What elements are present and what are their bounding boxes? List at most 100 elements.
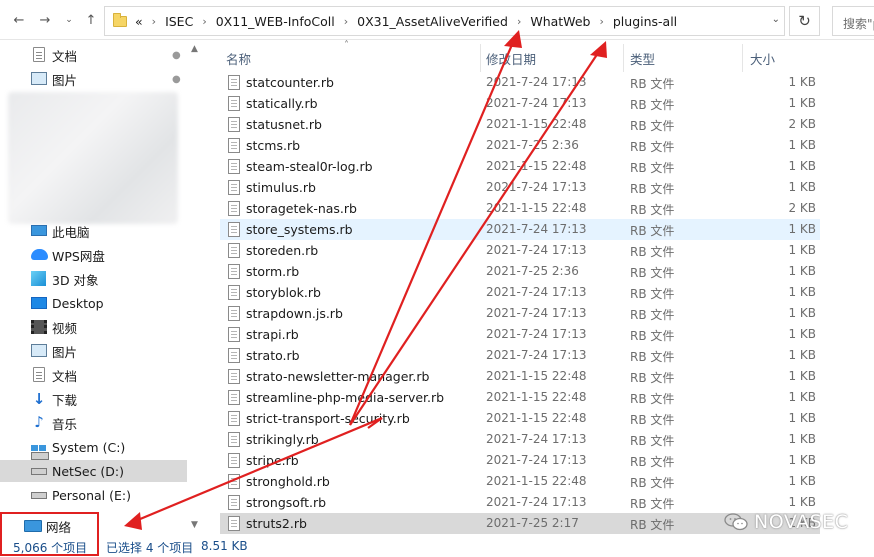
sidebar-item-this-pc[interactable]: 此电脑 (0, 220, 187, 242)
file-name: storm.rb (246, 264, 300, 279)
file-name: strict-transport-security.rb (246, 411, 410, 426)
breadcrumb-isec[interactable]: ISEC (165, 14, 193, 29)
breadcrumb-overflow[interactable]: « (135, 14, 143, 29)
file-row[interactable]: storyblok.rb 2021-7-24 17:13 RB 文件 1 KB (220, 282, 820, 303)
file-type: RB 文件 (630, 476, 675, 490)
chevron-right-icon[interactable]: › (599, 15, 603, 28)
recent-locations-chevron-icon[interactable]: ⌄ (60, 10, 78, 30)
sidebar-item-documents-pinned[interactable]: 文档 ● (0, 44, 187, 66)
file-row[interactable]: strikingly.rb 2021-7-24 17:13 RB 文件 1 KB (220, 429, 820, 450)
sidebar-item-network[interactable]: 网络 (0, 515, 187, 537)
file-row[interactable]: steam-steal0r-log.rb 2021-1-15 22:48 RB 文件… (220, 156, 820, 177)
file-row[interactable]: stcms.rb 2021-7-25 2:36 RB 文件 1 KB (220, 135, 820, 156)
file-row[interactable]: strapi.rb 2021-7-24 17:13 RB 文件 1 KB (220, 324, 820, 345)
file-name: struts2.rb (246, 516, 307, 531)
file-date: 2021-1-15 22:48 (486, 201, 587, 215)
selection-size: 8.51 KB (201, 539, 248, 553)
file-size: 1 KB (788, 138, 816, 152)
file-icon (228, 369, 240, 384)
address-bar[interactable]: « › ISEC › 0X11_WEB-InfoColl › 0X31_Asse… (104, 6, 785, 36)
picture-icon (31, 344, 47, 357)
file-row[interactable]: stronghold.rb 2021-1-15 22:48 RB 文件 1 KB (220, 471, 820, 492)
file-size: 1 KB (788, 159, 816, 173)
file-row[interactable]: statically.rb 2021-7-24 17:13 RB 文件 1 KB (220, 93, 820, 114)
sidebar-item-desktop[interactable]: Desktop (0, 292, 187, 314)
pin-icon[interactable]: ● (172, 50, 181, 61)
up-arrow-icon[interactable]: ↑ (82, 10, 100, 30)
file-row[interactable]: strato.rb 2021-7-24 17:13 RB 文件 1 KB (220, 345, 820, 366)
watermark-text: NOVASEC (754, 511, 849, 533)
file-row[interactable]: storagetek-nas.rb 2021-1-15 22:48 RB 文件 2 K… (220, 198, 820, 219)
file-row[interactable]: strict-transport-security.rb 2021-1-15 22… (220, 408, 820, 429)
column-header-size[interactable]: 大小 (750, 44, 775, 72)
refresh-icon[interactable]: ↻ (789, 6, 820, 36)
pin-icon[interactable]: ● (172, 74, 181, 85)
scroll-down-icon[interactable]: ▼ (191, 520, 198, 530)
sidebar-item-pictures[interactable]: 图片 (0, 340, 187, 362)
sidebar-item-downloads[interactable]: ↓ 下载 (0, 388, 187, 410)
file-name: strikingly.rb (246, 432, 319, 447)
file-name: storeden.rb (246, 243, 319, 258)
file-date: 2021-1-15 22:48 (486, 390, 587, 404)
breadcrumb-plugins-all[interactable]: plugins-all (613, 14, 677, 29)
chevron-right-icon[interactable]: › (202, 15, 206, 28)
file-type: RB 文件 (630, 119, 675, 133)
column-divider[interactable] (480, 44, 481, 72)
column-divider[interactable] (623, 44, 624, 72)
chevron-right-icon[interactable]: › (344, 15, 348, 28)
back-arrow-icon[interactable]: ← (10, 10, 28, 30)
column-header-date[interactable]: 修改日期 (486, 44, 536, 72)
file-row[interactable]: strapdown.js.rb 2021-7-24 17:13 RB 文件 1 KB (220, 303, 820, 324)
file-row[interactable]: store_systems.rb 2021-7-24 17:13 RB 文件 1 KB (220, 219, 820, 240)
sidebar-item-netsec-d[interactable]: NetSec (D:) (0, 460, 187, 482)
breadcrumb-infocoll[interactable]: 0X11_WEB-InfoColl (216, 14, 335, 29)
file-name: stimulus.rb (246, 180, 316, 195)
chevron-right-icon[interactable]: › (152, 15, 156, 28)
file-icon (228, 516, 240, 531)
sidebar-item-pictures-pinned[interactable]: 图片 ● (0, 68, 187, 90)
file-size: 1 KB (788, 222, 816, 236)
sort-ascending-icon: ˄ (344, 40, 349, 51)
sidebar-item-music[interactable]: ♪ 音乐 (0, 412, 187, 434)
file-icon (228, 306, 240, 321)
file-row[interactable]: storeden.rb 2021-7-24 17:13 RB 文件 1 KB (220, 240, 820, 261)
file-icon (228, 432, 240, 447)
sidebar-item-documents[interactable]: 文档 (0, 364, 187, 386)
file-icon (228, 390, 240, 405)
scroll-up-icon[interactable]: ▲ (191, 44, 198, 54)
sidebar-item-3d-objects[interactable]: 3D 对象 (0, 268, 187, 290)
file-row[interactable]: strongsoft.rb 2021-7-24 17:13 RB 文件 1 KB (220, 492, 820, 513)
column-header-type[interactable]: 类型 (630, 44, 655, 72)
file-size: 1 KB (788, 264, 816, 278)
file-name: stronghold.rb (246, 474, 330, 489)
sidebar-item-label: 文档 (52, 48, 78, 64)
column-divider[interactable] (742, 44, 743, 72)
file-row[interactable]: stripe.rb 2021-7-24 17:13 RB 文件 1 KB (220, 450, 820, 471)
sidebar-item-videos[interactable]: 视频 (0, 316, 187, 338)
file-row[interactable]: stimulus.rb 2021-7-24 17:13 RB 文件 1 KB (220, 177, 820, 198)
forward-arrow-icon[interactable]: → (36, 10, 54, 30)
chevron-right-icon[interactable]: › (517, 15, 521, 28)
file-date: 2021-1-15 22:48 (486, 474, 587, 488)
sidebar-item-wps-drive[interactable]: WPS网盘 (0, 244, 187, 266)
file-name: strapi.rb (246, 327, 299, 342)
file-date: 2021-7-25 2:36 (486, 264, 579, 278)
search-input[interactable]: 搜索"p (832, 6, 874, 36)
sidebar-item-label: NetSec (D:) (52, 463, 125, 479)
item-count: 5,066 个项目 (13, 541, 88, 555)
sidebar-item-system-c[interactable]: System (C:) (0, 436, 187, 460)
column-header-name[interactable]: 名称 (226, 44, 251, 72)
sidebar-scrollbar[interactable]: ▲ ▼ (187, 40, 204, 535)
file-row[interactable]: streamline-php-media-server.rb 2021-1-15 … (220, 387, 820, 408)
file-row[interactable]: statusnet.rb 2021-1-15 22:48 RB 文件 2 KB (220, 114, 820, 135)
breadcrumb-whatweb[interactable]: WhatWeb (530, 14, 590, 29)
file-row[interactable]: storm.rb 2021-7-25 2:36 RB 文件 1 KB (220, 261, 820, 282)
file-row[interactable]: strato-newsletter-manager.rb 2021-1-15 22… (220, 366, 820, 387)
file-icon (228, 159, 240, 174)
address-dropdown-icon[interactable]: ⌄ (772, 14, 780, 25)
file-row[interactable]: statcounter.rb 2021-7-24 17:13 RB 文件 1 KB (220, 72, 820, 93)
breadcrumb-assetaliveverified[interactable]: 0X31_AssetAliveVerified (357, 14, 508, 29)
sidebar-item-personal-e[interactable]: Personal (E:) (0, 484, 187, 506)
sidebar-item-label: Personal (E:) (52, 487, 131, 503)
sidebar-item-label: 下载 (52, 392, 78, 408)
